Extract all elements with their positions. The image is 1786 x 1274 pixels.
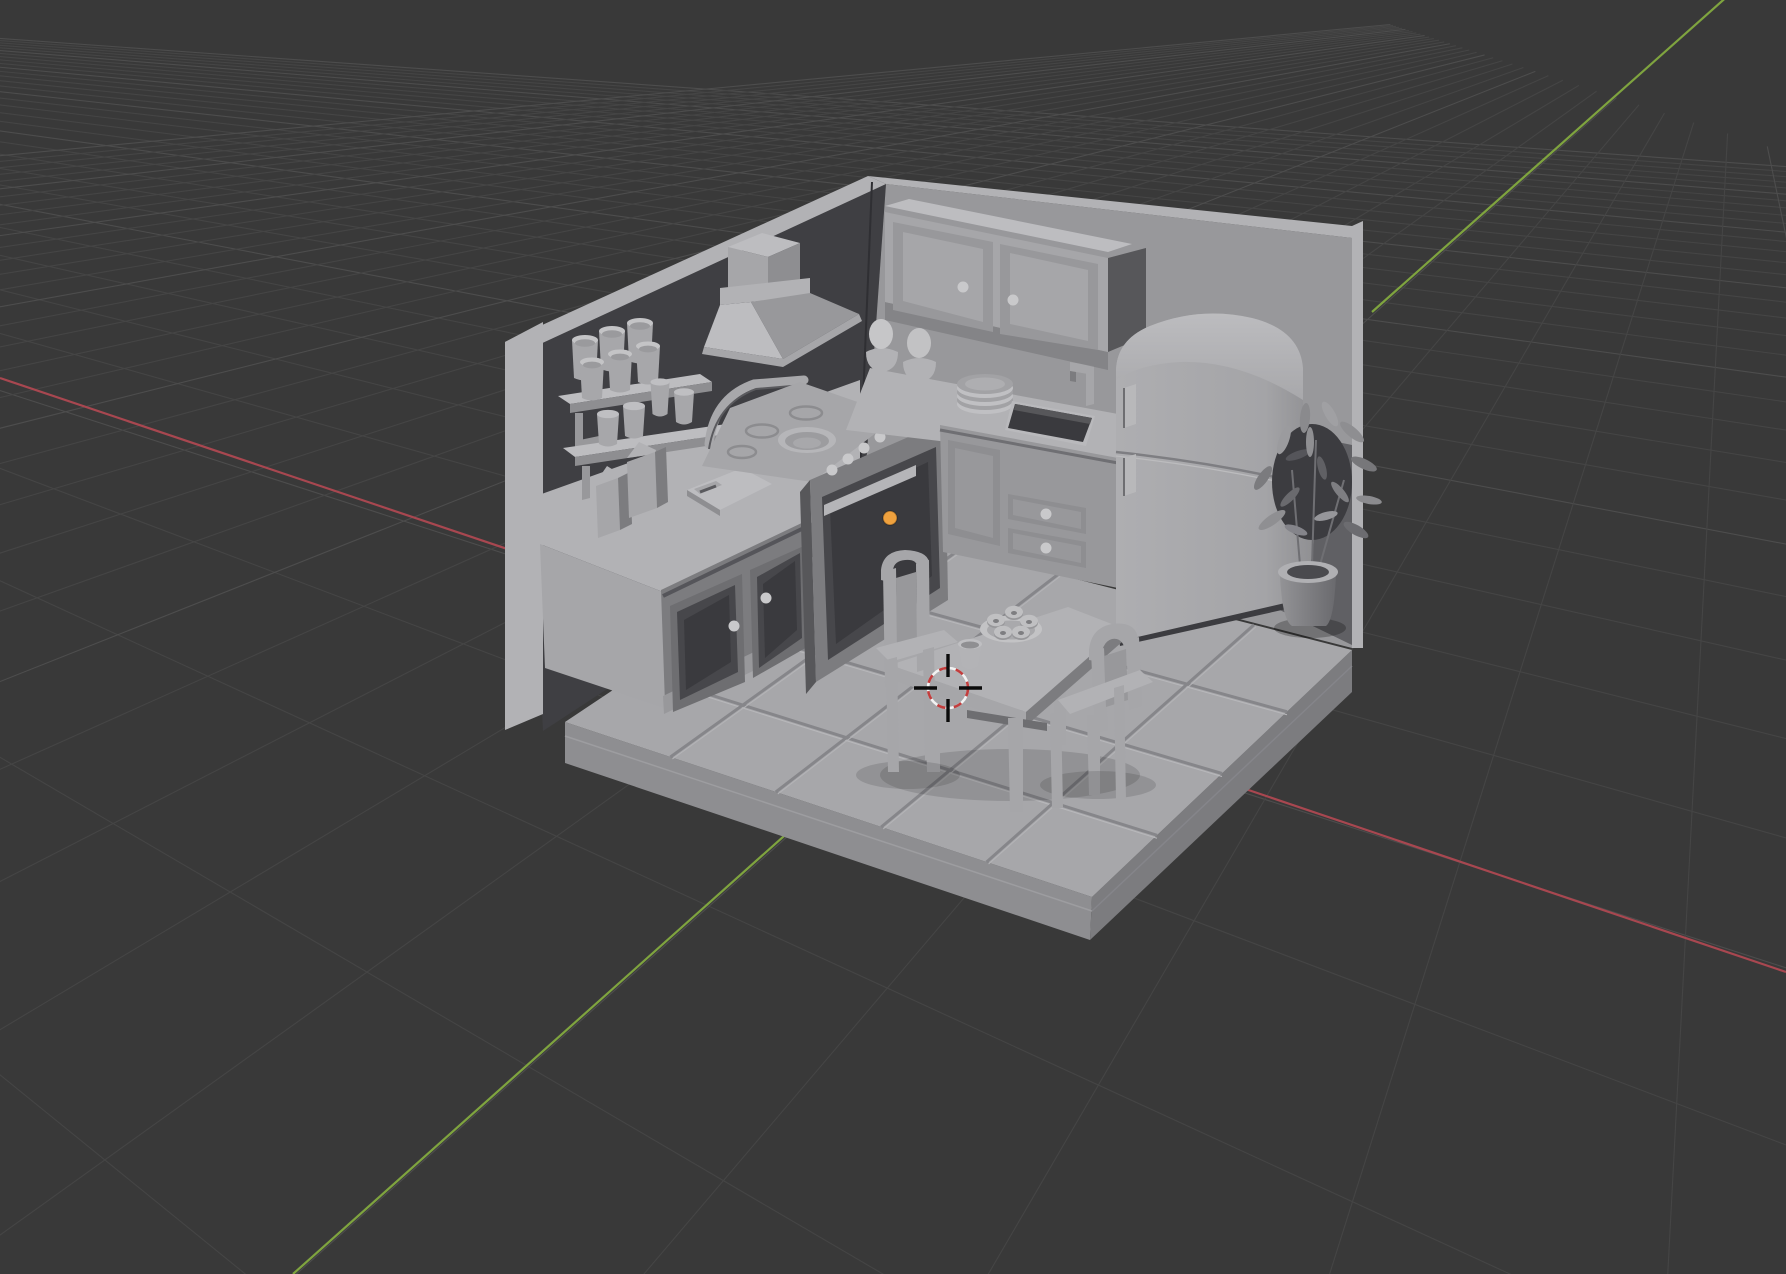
jar-body: [674, 392, 694, 425]
jar-top: [674, 388, 694, 396]
sink-cabinet-door[interactable]: [948, 440, 1000, 546]
jar-lid: [611, 353, 629, 361]
jar-body: [623, 406, 645, 439]
door-knob: [728, 620, 740, 632]
shelf-bracket: [582, 466, 590, 500]
chair-shadow: [856, 761, 960, 789]
door-knob: [957, 281, 969, 293]
3d-viewport[interactable]: [0, 0, 1786, 1274]
jar-top: [623, 401, 645, 411]
jar-lid: [583, 361, 601, 369]
door-knob: [1007, 294, 1019, 306]
fridge-handle: [1124, 384, 1136, 428]
door-knob: [760, 592, 772, 604]
plate-top: [965, 377, 1005, 391]
pot-soil: [1287, 565, 1329, 579]
egg: [907, 328, 931, 358]
jar-lid: [630, 322, 650, 330]
fridge-handle: [1124, 454, 1136, 496]
chair-leg: [886, 657, 899, 772]
table-leg: [1008, 718, 1023, 812]
bag-front: [596, 478, 620, 538]
donut-hole: [1000, 631, 1006, 635]
drawer-knob: [1040, 542, 1052, 554]
faucet-tip: [1070, 371, 1076, 382]
jar-body: [597, 414, 619, 447]
jar-lid: [639, 345, 657, 353]
chair-leg: [1114, 685, 1126, 800]
donut-hole: [993, 619, 999, 623]
plate-stack[interactable]: [957, 374, 1013, 414]
jar-lid: [575, 339, 595, 347]
cup-inner: [961, 641, 979, 649]
bag-side: [655, 447, 668, 508]
pan-bottom: [793, 437, 821, 449]
jar-top: [597, 409, 619, 419]
jar-body: [650, 382, 670, 417]
jar-top: [650, 378, 670, 386]
jar-lid: [602, 330, 622, 338]
drawer-knob: [1040, 508, 1052, 520]
plant-leaf: [1306, 427, 1314, 457]
donut-hole: [1026, 620, 1032, 624]
left-wall-end-cap: [505, 322, 543, 730]
donut-hole: [1018, 631, 1024, 635]
bag-front: [627, 452, 657, 518]
door-panel: [955, 448, 993, 538]
donut-hole: [1011, 611, 1017, 615]
object-origin-dot[interactable]: [882, 510, 898, 526]
egg: [869, 319, 893, 349]
chair-leg: [1050, 711, 1063, 808]
